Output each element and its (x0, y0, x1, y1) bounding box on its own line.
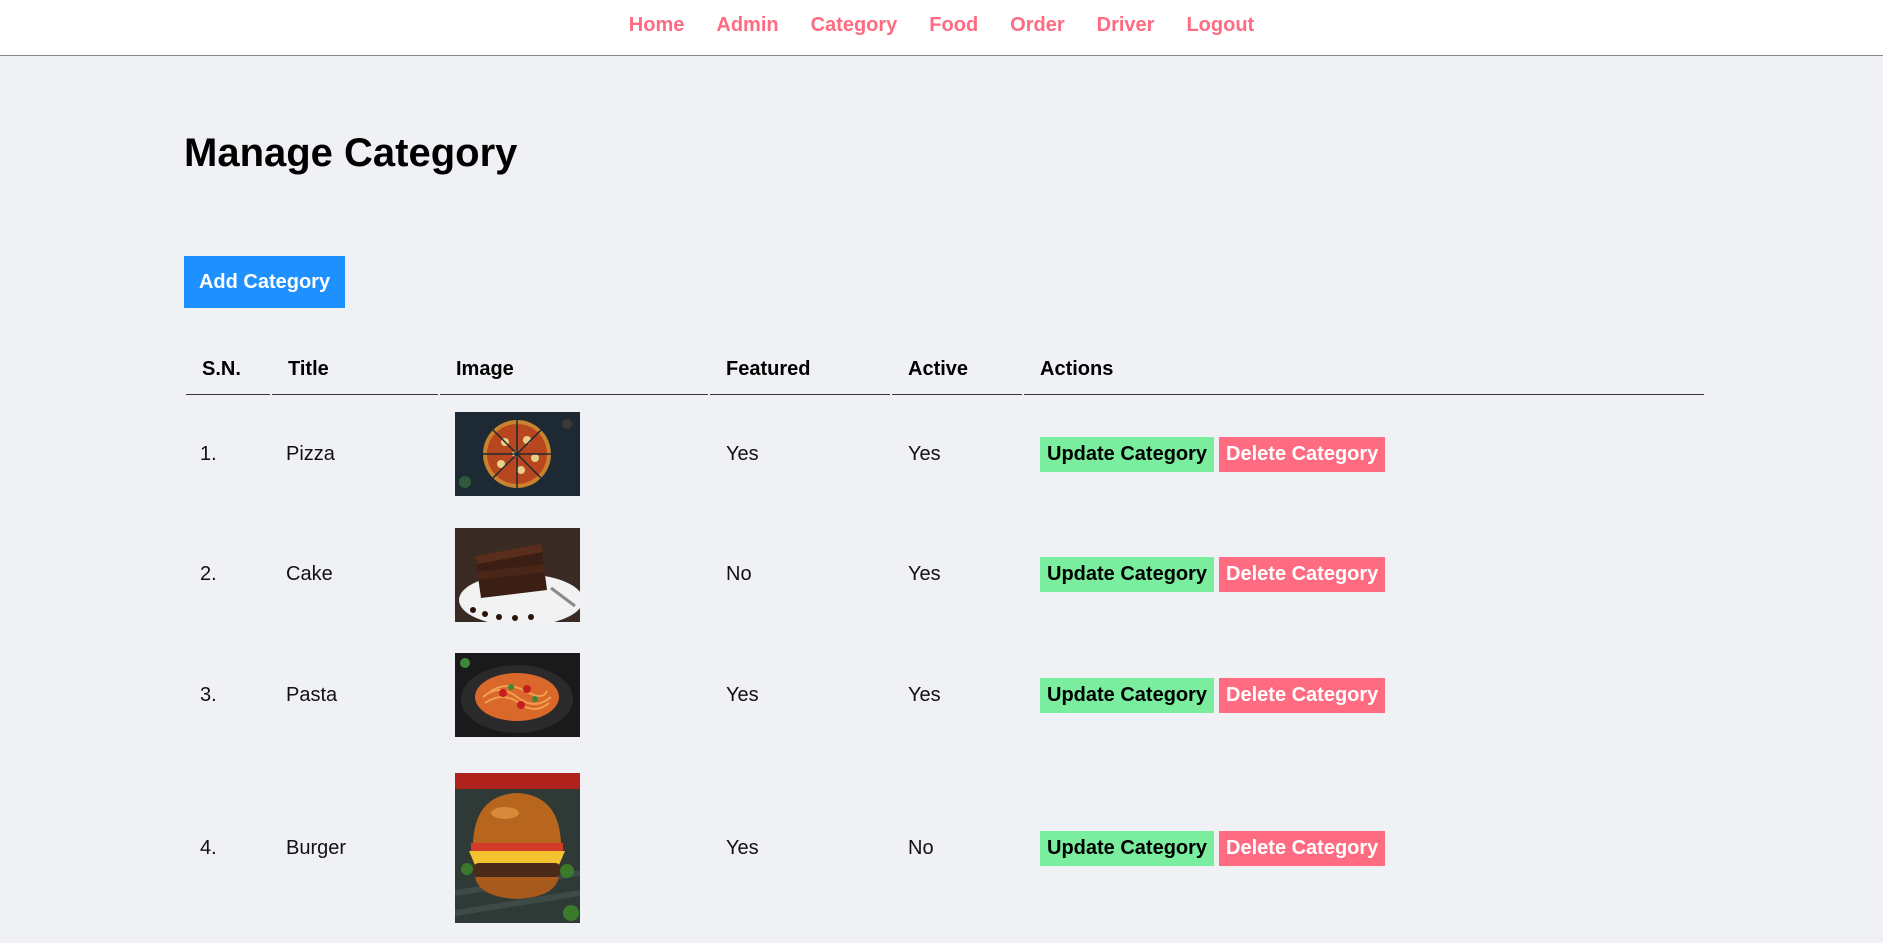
update-category-button[interactable]: Update Category (1040, 557, 1215, 592)
table-row: 1. Pizza Yes Yes Update Category Delete … (184, 396, 1704, 512)
row-sn: 1. (200, 442, 217, 465)
header-title: Title (272, 340, 438, 395)
row-featured: Yes (726, 442, 759, 465)
nav-category-link[interactable]: Category (811, 14, 898, 37)
delete-category-button[interactable]: Delete Category (1219, 436, 1386, 472)
row-actions: Update Category Delete Category (1024, 637, 1386, 753)
row-image-cell (439, 396, 580, 512)
delete-category-button[interactable]: Delete Category (1219, 677, 1386, 713)
row-image-cell (439, 753, 580, 943)
table-row: 2. Cake No Yes Update Category Delete Cat… (184, 512, 1704, 637)
row-title: Burger (286, 836, 347, 859)
row-title: Pizza (286, 442, 335, 465)
row-active: No (908, 836, 934, 859)
header-active: Active (892, 340, 1022, 395)
row-title: Cake (286, 563, 333, 585)
row-featured: No (726, 563, 752, 585)
nav-logout-link[interactable]: Logout (1186, 14, 1254, 37)
table-row: 4. Burger Yes No Update Category Delete … (184, 753, 1704, 943)
header-actions: Actions (1024, 340, 1704, 395)
update-category-button[interactable]: Update Category (1040, 830, 1215, 866)
row-featured: Yes (726, 836, 759, 859)
row-sn: 4. (200, 836, 217, 859)
header-featured: Featured (710, 340, 890, 395)
update-category-button[interactable]: Update Category (1040, 436, 1215, 472)
nav-links: Home Admin Category Food Order Driver Logout (0, 14, 1883, 37)
table-row: 3. Pasta Yes Yes Update Category Delete … (184, 637, 1704, 753)
table-header-row: S.N. Title Image Featured Active Actions (184, 340, 1704, 396)
nav-driver-link[interactable]: Driver (1097, 14, 1155, 37)
delete-category-button[interactable]: Delete Category (1219, 830, 1386, 866)
header-image: Image (440, 340, 708, 395)
row-active: Yes (908, 442, 941, 465)
nav-home-link[interactable]: Home (629, 14, 685, 37)
row-active: Yes (908, 563, 941, 585)
row-actions: Update Category Delete Category (1024, 512, 1386, 637)
row-image-cell (439, 637, 580, 753)
row-image-cell (439, 512, 580, 637)
row-title: Pasta (286, 683, 338, 706)
nav-order-link[interactable]: Order (1010, 14, 1064, 37)
update-category-button[interactable]: Update Category (1040, 677, 1215, 713)
page-title: Manage Category (184, 131, 518, 175)
row-sn: 3. (200, 683, 217, 706)
row-actions: Update Category Delete Category (1024, 753, 1386, 943)
category-table: S.N. Title Image Featured Active Actions… (184, 340, 1704, 943)
row-active: Yes (908, 683, 941, 706)
pasta-image (455, 653, 580, 737)
row-featured: Yes (726, 683, 759, 706)
header-sn: S.N. (186, 340, 270, 395)
pizza-image (455, 412, 580, 496)
nav-admin-link[interactable]: Admin (716, 14, 778, 37)
row-actions: Update Category Delete Category (1024, 396, 1386, 512)
cake-image (455, 527, 580, 622)
delete-category-button[interactable]: Delete Category (1219, 557, 1386, 592)
row-sn: 2. (200, 563, 217, 585)
nav-food-link[interactable]: Food (929, 14, 978, 37)
burger-image (455, 773, 580, 923)
add-category-button[interactable]: Add Category (184, 256, 345, 308)
top-navbar: Home Admin Category Food Order Driver Logout (0, 0, 1883, 56)
